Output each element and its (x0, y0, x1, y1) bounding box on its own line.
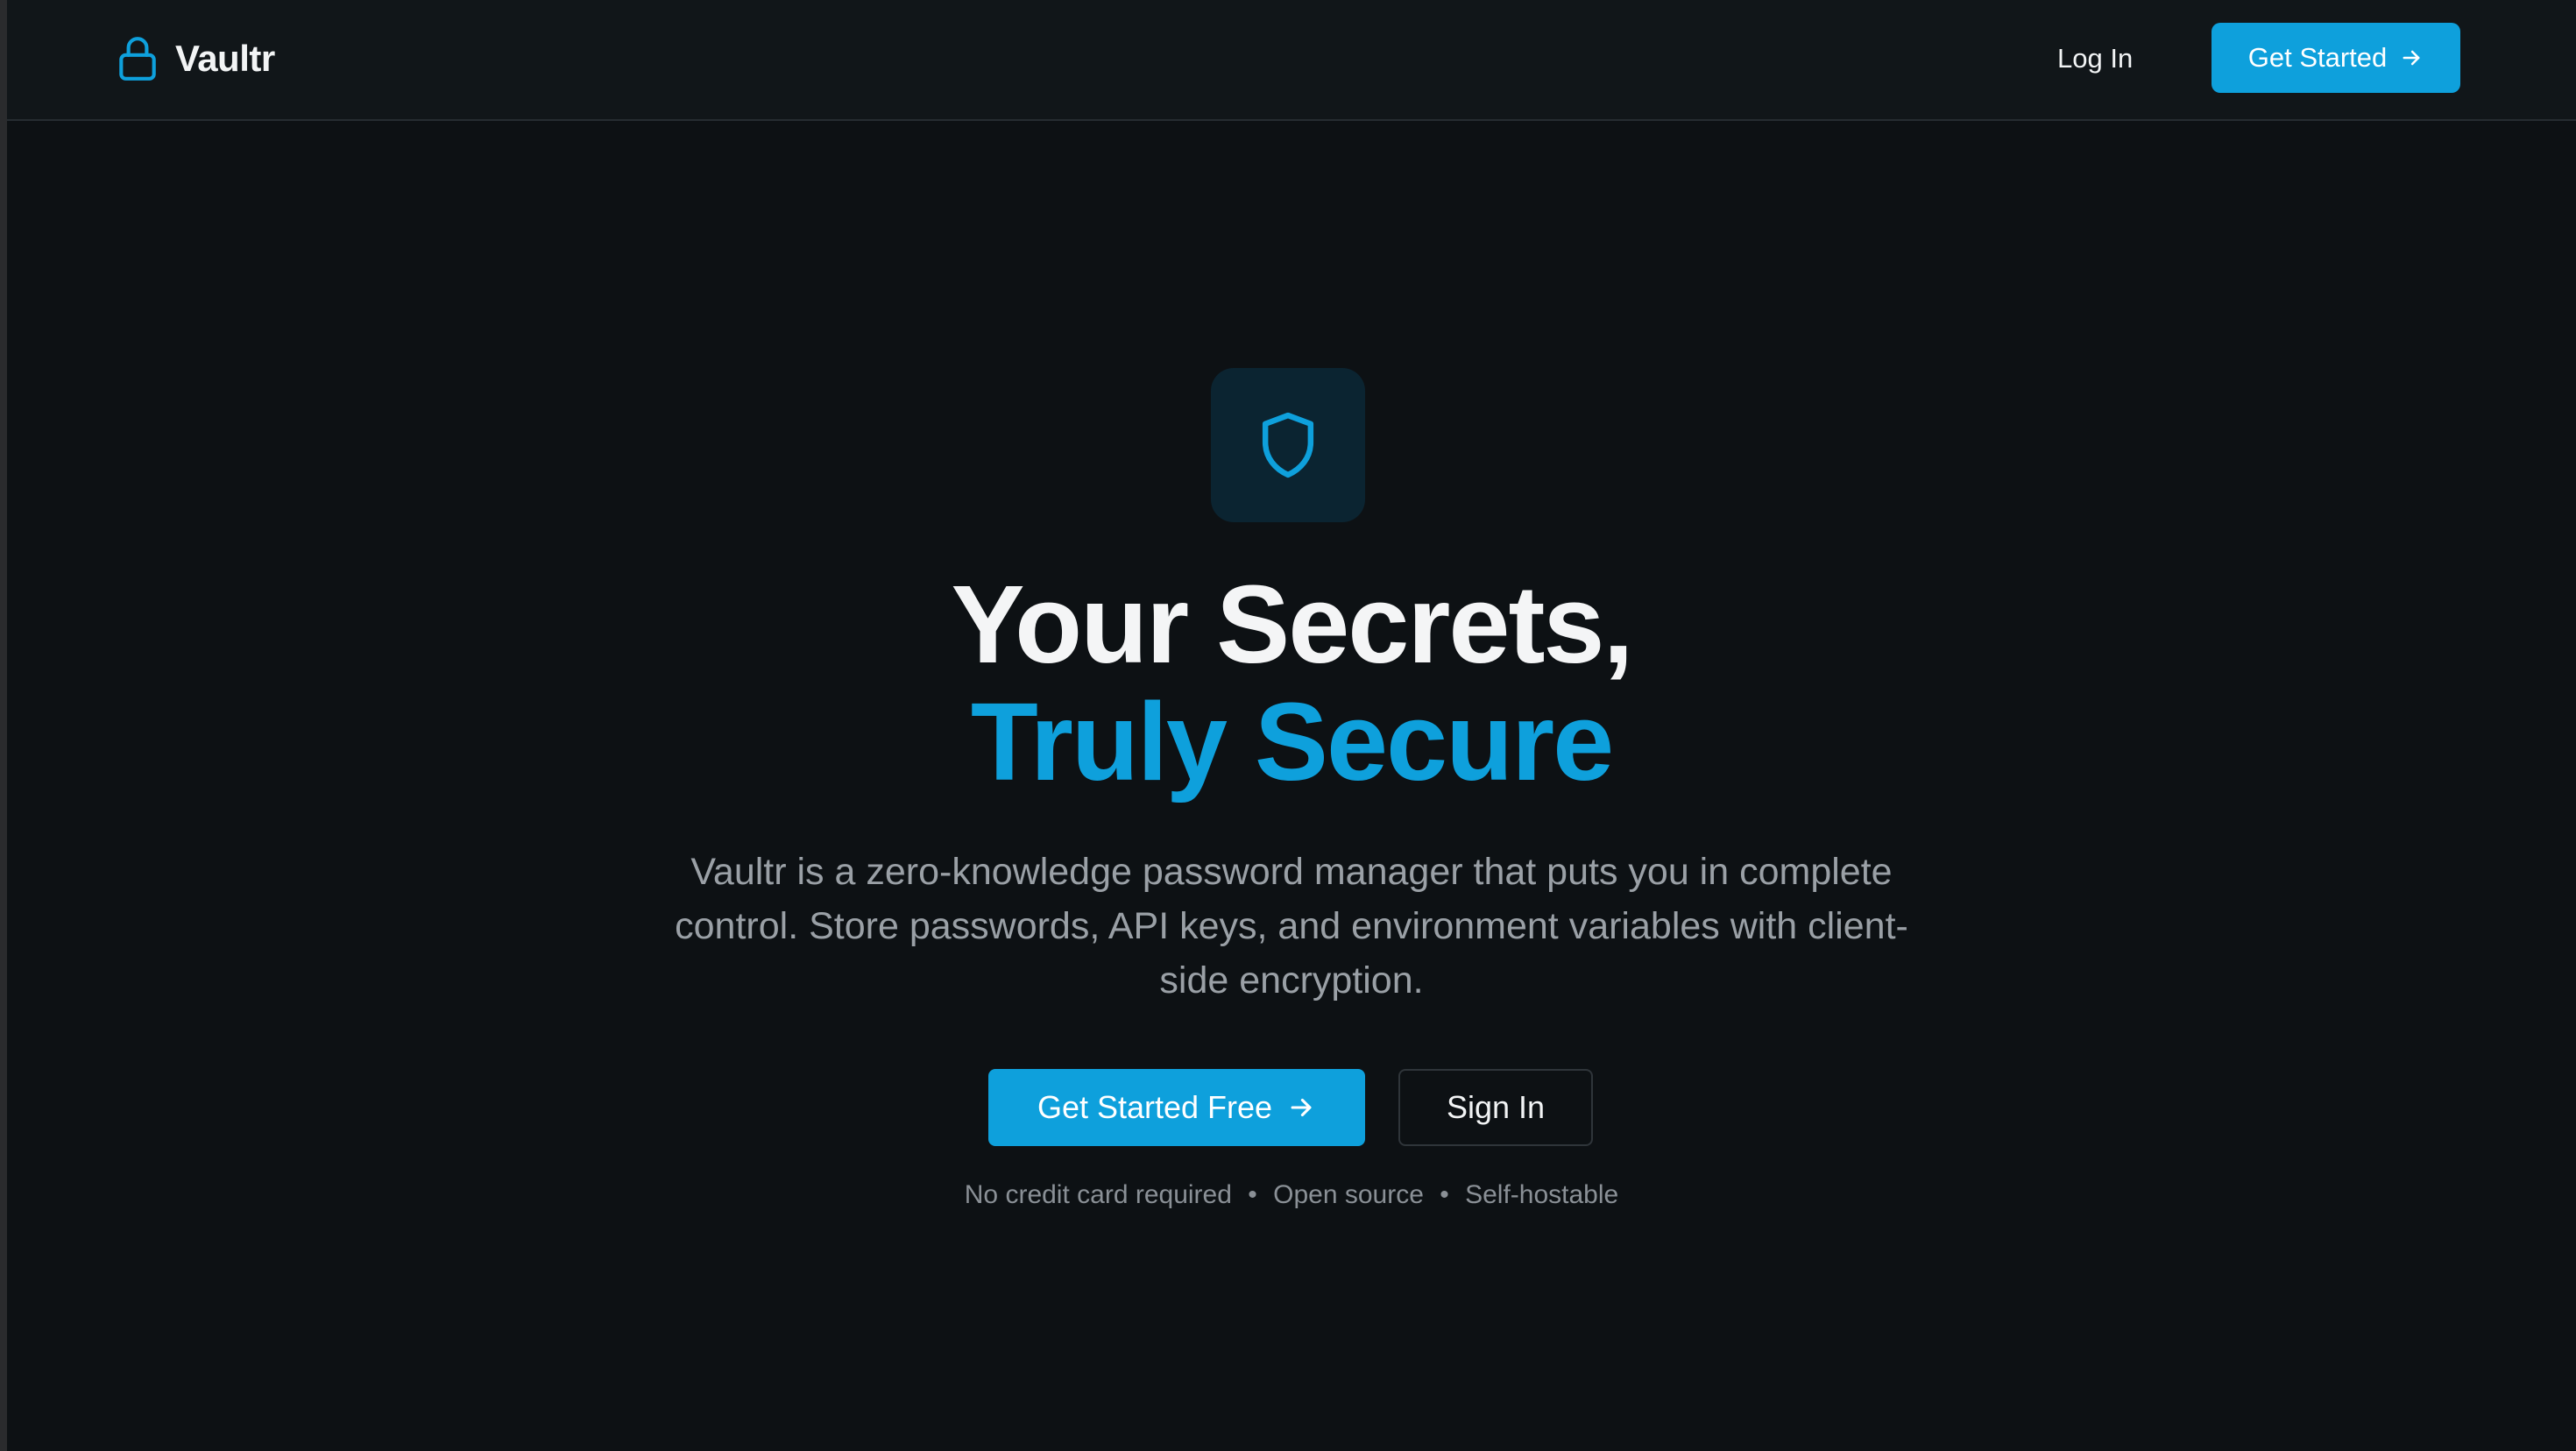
separator-dot: • (1248, 1180, 1257, 1209)
feature-self-hostable: Self-hostable (1465, 1180, 1619, 1209)
brand-name: Vaultr (175, 38, 275, 79)
feature-open-source: Open source (1273, 1180, 1424, 1209)
get-started-label: Get Started (2247, 42, 2388, 73)
hero-description: Vaultr is a zero-knowledge password mana… (675, 851, 1908, 1002)
get-started-button[interactable]: Get Started (2212, 23, 2460, 93)
app-window: Vaultr Log In Get Started Your Secrets, … (7, 0, 2576, 1451)
hero-headline: Your Secrets, Truly Secure (7, 566, 2576, 801)
separator-dot: • (1440, 1180, 1449, 1209)
arrow-right-icon (1291, 1098, 1312, 1117)
hero-icon-tile (1211, 368, 1365, 522)
feature-highlights: No credit card required • Open source • … (7, 1176, 2576, 1214)
lock-icon (119, 37, 156, 81)
brand-logo-link[interactable]: Vaultr (116, 33, 275, 84)
get-started-free-button[interactable]: Get Started Free (988, 1069, 1365, 1146)
top-navbar: Vaultr Log In Get Started (7, 0, 2576, 121)
sign-in-button[interactable]: Sign In (1398, 1069, 1593, 1146)
arrow-right-icon (2403, 50, 2420, 66)
login-link[interactable]: Log In (2057, 26, 2133, 91)
feature-no-credit-card: No credit card required (964, 1180, 1232, 1209)
hero-title-line2: Truly Secure (970, 680, 1614, 803)
get-started-free-label: Get Started Free (1037, 1089, 1273, 1125)
hero-title-line1: Your Secrets, (951, 563, 1633, 686)
shield-icon (1262, 412, 1314, 478)
